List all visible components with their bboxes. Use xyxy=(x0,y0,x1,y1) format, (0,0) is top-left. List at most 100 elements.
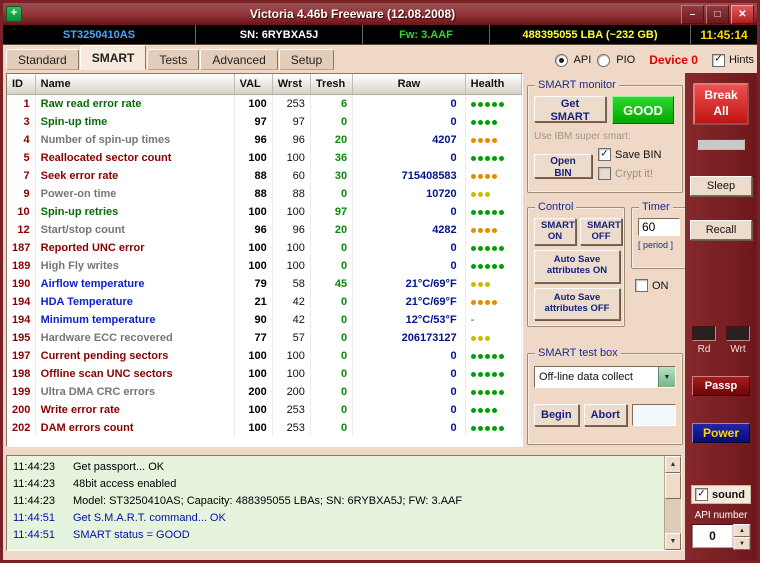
api-number-input[interactable] xyxy=(691,524,734,548)
chevron-down-icon[interactable]: ▼ xyxy=(658,367,675,387)
cell-tresh: 0 xyxy=(310,113,354,131)
header-health[interactable]: Health xyxy=(465,74,522,95)
health-dot xyxy=(470,173,476,179)
cell-health xyxy=(465,383,522,401)
health-dot xyxy=(477,281,483,287)
timer-on-checkbox[interactable]: ✓ ON xyxy=(635,279,669,292)
get-smart-button[interactable]: Get SMART xyxy=(534,96,606,123)
tab-smart[interactable]: SMART xyxy=(79,45,147,70)
table-row[interactable]: 10 Spin-up retries 100 100 97 0 xyxy=(7,203,522,221)
open-bin-button[interactable]: Open BIN xyxy=(534,154,592,179)
scroll-down-button[interactable]: ▼ xyxy=(665,533,681,550)
table-row[interactable]: 187 Reported UNC error 100 100 0 0 xyxy=(7,239,522,257)
cell-tresh: 45 xyxy=(310,275,354,293)
header-id[interactable]: ID xyxy=(7,74,36,95)
scroll-up-button[interactable]: ▲ xyxy=(665,456,681,473)
cell-id: 3 xyxy=(7,113,36,131)
table-row[interactable]: 202 DAM errors count 100 253 0 0 xyxy=(7,419,522,437)
header-raw[interactable]: Raw xyxy=(352,74,466,95)
save-bin-checkbox[interactable]: ✓ Save BIN xyxy=(598,148,661,161)
health-dot xyxy=(491,353,497,359)
recall-button[interactable]: Recall xyxy=(690,220,752,240)
sound-checkbox[interactable]: ✓ sound xyxy=(691,485,751,504)
cell-id: 187 xyxy=(7,239,36,257)
sleep-button[interactable]: Sleep xyxy=(690,176,752,196)
table-row[interactable]: 4 Number of spin-up times 96 96 20 4207 xyxy=(7,131,522,149)
timer-period-input[interactable] xyxy=(638,218,680,236)
minimize-button[interactable]: – xyxy=(681,4,704,24)
header-name[interactable]: Name xyxy=(35,74,235,95)
cell-health xyxy=(465,419,522,437)
health-dot xyxy=(484,263,490,269)
table-row[interactable]: 9 Power-on time 88 88 0 10720 xyxy=(7,185,522,203)
table-row[interactable]: 5 Reallocated sector count 100 100 36 0 xyxy=(7,149,522,167)
auto-save-on-button[interactable]: Auto Save attributes ON xyxy=(534,250,620,283)
table-row[interactable]: 189 High Fly writes 100 100 0 0 xyxy=(7,257,522,275)
table-row[interactable]: 195 Hardware ECC recovered 77 57 0 206173127 xyxy=(7,329,522,347)
pio-radio[interactable] xyxy=(597,53,611,67)
health-dot xyxy=(484,209,490,215)
table-row[interactable]: 12 Start/stop count 96 96 20 4282 xyxy=(7,221,522,239)
power-button[interactable]: Power xyxy=(692,423,750,443)
cell-name: High Fly writes xyxy=(35,257,235,275)
begin-button[interactable]: Begin xyxy=(534,404,579,426)
header-tresh[interactable]: Tresh xyxy=(310,74,354,95)
maximize-button[interactable]: □ xyxy=(706,4,729,24)
tab-standard[interactable]: Standard xyxy=(6,49,79,70)
scrollbar-track[interactable] xyxy=(665,473,681,533)
table-row[interactable]: 198 Offline scan UNC sectors 100 100 0 0 xyxy=(7,365,522,383)
cell-id: 194 xyxy=(7,311,36,329)
titlebar[interactable]: + Victoria 4.46b Freeware (12.08.2008) –… xyxy=(3,3,757,25)
checkbox-icon: ✓ xyxy=(711,53,725,67)
cell-val: 100 xyxy=(234,401,273,419)
cell-id: 190 xyxy=(7,275,36,293)
cell-val: 100 xyxy=(234,149,273,167)
smart-on-button[interactable]: SMART ON xyxy=(534,218,576,245)
health-dot xyxy=(470,281,476,287)
test-progress-input[interactable] xyxy=(632,404,676,426)
table-row[interactable]: 200 Write error rate 100 253 0 0 xyxy=(7,401,522,419)
passport-button[interactable]: Passp xyxy=(692,376,750,396)
cell-raw: 10720 xyxy=(352,185,466,203)
cell-wrst: 100 xyxy=(272,149,311,167)
auto-save-off-button[interactable]: Auto Save attributes OFF xyxy=(534,287,620,320)
spin-down-button[interactable]: ▼ xyxy=(733,537,751,550)
table-row[interactable]: 199 Ultra DMA CRC errors 200 200 0 0 xyxy=(7,383,522,401)
table-row[interactable]: 1 Raw read error rate 100 253 6 0 xyxy=(7,94,522,113)
log-scrollbar[interactable]: ▲ ▼ xyxy=(664,456,681,550)
cell-wrst: 253 xyxy=(272,94,311,113)
hints-checkbox[interactable]: ✓ Hints xyxy=(711,53,754,67)
spin-up-button[interactable]: ▲ xyxy=(733,524,751,537)
health-dot xyxy=(491,371,497,377)
break-all-button[interactable]: Break All xyxy=(693,83,749,125)
api-radio-label: API xyxy=(573,54,592,66)
side-action-column: Break All Sleep Recall Rd Wrt Passp Powe… xyxy=(685,73,757,560)
table-row[interactable]: 3 Spin-up time 97 97 0 0 xyxy=(7,113,522,131)
cell-name: Power-on time xyxy=(35,185,235,203)
tab-setup[interactable]: Setup xyxy=(278,49,335,70)
tab-tests[interactable]: Tests xyxy=(147,49,200,70)
table-row[interactable]: 194 HDA Temperature 21 42 0 21°C/69°F xyxy=(7,293,522,311)
smart-off-button[interactable]: SMART OFF xyxy=(580,218,622,245)
scrollbar-thumb[interactable] xyxy=(665,473,681,499)
header-val[interactable]: VAL xyxy=(234,74,273,95)
cell-id: 5 xyxy=(7,149,36,167)
table-row[interactable]: 190 Airflow temperature 79 58 45 21°C/69°F xyxy=(7,275,522,293)
tab-advanced[interactable]: Advanced xyxy=(200,49,278,70)
smart-test-dropdown[interactable]: Off-line data collect ▼ xyxy=(534,366,676,388)
close-button[interactable]: ✕ xyxy=(731,4,754,24)
cell-raw: 4282 xyxy=(352,221,466,239)
table-row[interactable]: 194 Minimum temperature 90 42 0 12°C/53°F - xyxy=(7,311,522,329)
api-radio[interactable] xyxy=(554,53,568,67)
abort-button[interactable]: Abort xyxy=(583,404,627,426)
cell-name: Airflow temperature xyxy=(35,275,235,293)
header-wrst[interactable]: Wrst xyxy=(272,74,311,95)
health-dot xyxy=(491,263,497,269)
cell-id: 202 xyxy=(7,419,36,437)
timer-title: Timer xyxy=(639,201,673,213)
health-dot xyxy=(477,335,483,341)
table-row[interactable]: 197 Current pending sectors 100 100 0 0 xyxy=(7,347,522,365)
table-row[interactable]: 7 Seek error rate 88 60 30 715408583 xyxy=(7,167,522,185)
cell-tresh: 0 xyxy=(310,329,354,347)
cell-name: Write error rate xyxy=(35,401,235,419)
